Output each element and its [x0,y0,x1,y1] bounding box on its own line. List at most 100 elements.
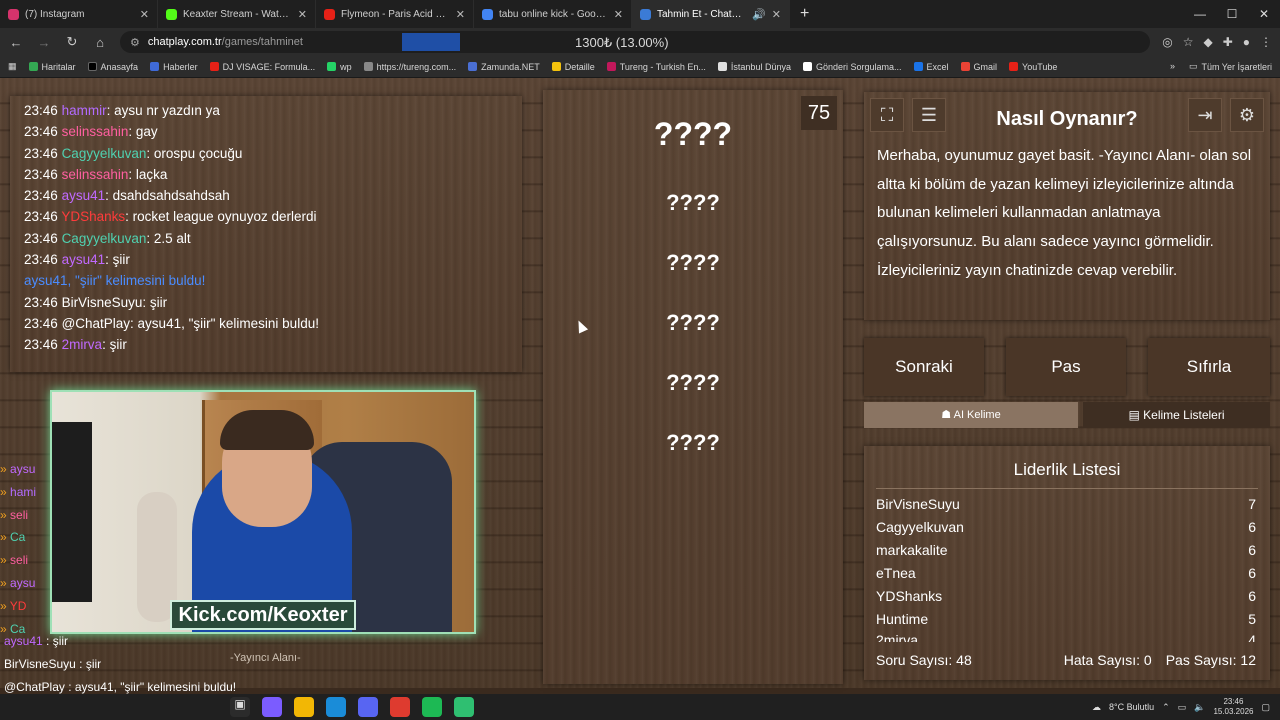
volume-icon[interactable]: 🔈 [1194,702,1205,713]
pass-button[interactable]: Pas [1006,338,1126,396]
profile-avatar[interactable]: ● [1243,35,1250,49]
bookmark-item[interactable]: Excel [913,62,949,72]
more-bookmarks-icon[interactable]: » [1170,61,1175,72]
bookmark-item[interactable]: İstanbul Dünya [717,62,791,72]
next-button[interactable]: Sonraki [864,338,984,396]
folder-icon [551,62,561,71]
network-icon[interactable]: ▭ [1178,702,1187,713]
spotify-icon[interactable] [422,697,442,717]
puzzle-icon[interactable]: ✚ [1223,35,1233,49]
gear-icon[interactable]: ⚙ [1230,98,1264,132]
overlay-chat-name: » Ca [0,530,26,545]
reload-button[interactable]: ↻ [64,34,80,50]
eye-off-icon[interactable]: ◎ [1162,35,1172,49]
overlay-chat-name: » aysu [0,575,36,590]
close-icon[interactable]: ✕ [614,8,623,21]
youtube-icon [209,62,219,71]
overlay-chat-name: » aysu [0,462,36,476]
close-window-button[interactable]: ✕ [1248,0,1280,28]
tab-word-lists[interactable]: ▤ Kelime Listeleri [1083,402,1270,428]
forbidden-word: ???? [666,190,720,215]
bookmark-item[interactable]: Gmail [960,62,997,72]
extension-icon[interactable]: ◆ [1203,35,1212,49]
star-icon[interactable]: ☆ [1183,35,1194,49]
bookmark-item[interactable]: wp [327,62,352,72]
weather-text[interactable]: 8°C Bulutlu [1109,702,1154,712]
tab-google[interactable]: tabu online kick - Google'da A ✕ [474,0,632,28]
copilot-icon[interactable] [262,697,282,717]
menu-icon[interactable]: ⋮ [1260,35,1272,49]
leaderboard-row: eTnea 6 [876,565,1256,581]
notification-icon[interactable]: ▢ [1261,702,1270,713]
bookmark-item[interactable]: Detaille [551,62,595,72]
site-info-icon[interactable]: ⚙ [130,36,140,49]
bookmark-item[interactable]: Haberler [150,62,198,72]
chat-message: 23:46 @ChatPlay: aysu41, "şiir" kelimesi… [24,313,508,334]
chat-username: selinssahin [61,124,129,140]
home-button[interactable]: ⌂ [92,35,108,50]
logout-icon[interactable]: ⇥ [1188,98,1222,132]
overlay-chat-name: » seli [0,507,29,522]
bookmark-item[interactable]: YouTube [1009,62,1057,72]
address-bar-row: ← → ↻ ⌂ ⚙ chatplay.com.tr/games/tahminet… [0,28,1280,56]
close-icon[interactable]: ✕ [772,8,781,21]
chrome-icon[interactable] [390,697,410,717]
tab-label: Keaxter Stream - Watch Live on [183,8,292,20]
chat-text: : dsahdsahdsahdsah [105,188,230,204]
chat-panel: 23:46 hammir: aysu nr yazdın ya 23:46 sel… [10,96,522,372]
bookmark-item[interactable]: Anasayfa [87,62,138,72]
speaker-icon[interactable]: 🔊 [752,8,766,21]
globe-icon [363,62,373,71]
apps-icon[interactable]: ▦ [8,61,17,72]
overlay-chat-message: aysu41 : şiir [4,634,69,648]
tab-kick[interactable]: Keaxter Stream - Watch Live on ✕ [158,0,316,28]
file-explorer-icon[interactable] [294,697,314,717]
forward-button[interactable]: → [36,35,52,50]
bookmark-item[interactable]: Zamunda.NET [468,62,540,72]
bookmark-item[interactable]: DJ VISAGE: Formula... [209,62,315,72]
back-button[interactable]: ← [8,35,24,50]
chat-message: 23:46 aysu41: şiir [24,249,508,270]
tab-youtube[interactable]: Flymeon - Paris Acid City (Offic ✕ [316,0,474,28]
maximize-button[interactable]: ☐ [1216,0,1248,28]
reset-button[interactable]: Sıfırla [1148,338,1270,396]
list-icon: ▤ [1128,408,1144,422]
forbidden-word: ???? [666,370,720,395]
chat-text: : orospu çocuğu [146,145,243,161]
bookmark-item[interactable]: https://tureng.com... [363,62,456,72]
edge-icon[interactable] [326,697,346,717]
task-view-icon[interactable]: ▣ [230,697,250,717]
chat-message: aysu41, "şiir" kelimesini buldu! [24,270,508,291]
chat-username: aysu41 [61,252,106,268]
chat-message: 23:46 selinssahin: gay [24,121,508,142]
bookmark-item[interactable]: Gönderi Sorgulama... [802,62,902,72]
chatplay-icon [640,8,651,20]
tab-ai-word[interactable]: ☗ AI Kelime [864,402,1078,428]
discord-icon[interactable] [358,697,378,717]
chat-username: aysu41, "şiir" kelimesini buldu! [24,273,206,289]
chevron-up-icon[interactable]: ⌃ [1162,702,1170,713]
app-icon[interactable] [454,697,474,717]
chat-text: : şiir [142,294,168,310]
close-icon[interactable]: ✕ [140,8,149,21]
how-to-play-panel: ⛶ ☰ Nasıl Oynanır? ⇥ ⚙ Merhaba, oyunumuz… [864,92,1270,320]
kick-icon [166,8,177,20]
bookmark-item[interactable]: Tureng - Turkish En... [606,62,706,72]
close-icon[interactable]: ✕ [456,8,465,21]
url-field[interactable]: ⚙ chatplay.com.tr/games/tahminet 1300₺ (… [120,31,1151,53]
clock[interactable]: 23:46 15.03.2026 [1213,697,1253,717]
close-icon[interactable]: ✕ [298,8,307,21]
forbidden-word: ???? [666,250,720,275]
bookmark-item[interactable]: Haritalar [28,62,76,72]
tab-chatplay[interactable]: Tahmin Et - ChatPlay 🔊 ✕ [632,0,790,28]
minimize-button[interactable]: — [1184,0,1216,28]
all-bookmarks-folder[interactable]: ▭ Tüm Yer İşaretleri [1189,61,1272,72]
overlay-chat-name: » YD [0,598,27,613]
new-tab-button[interactable]: + [790,5,819,23]
window-controls: — ☐ ✕ [1184,0,1280,28]
badge-icon: » [0,575,11,590]
tab-instagram[interactable]: (7) Instagram ✕ [0,0,158,28]
badge-icon: » [0,484,11,499]
chat-timestamp: 23:46 [24,315,58,331]
bookmarks-bar: ▦ Haritalar Anasayfa Haberler DJ VISAGE:… [0,56,1280,78]
